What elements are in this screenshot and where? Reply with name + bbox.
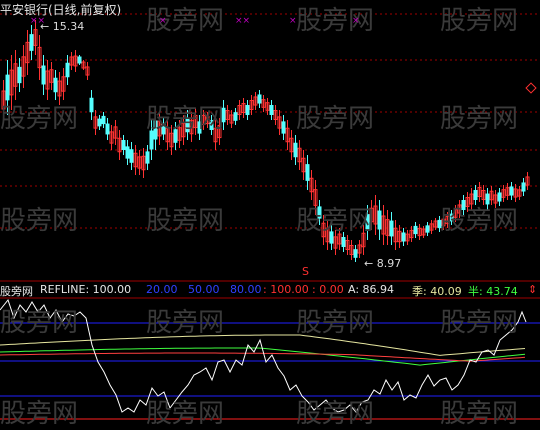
candle-body	[293, 142, 298, 158]
candle-body	[305, 164, 310, 181]
sell-signal-mark: S	[302, 265, 309, 278]
chart-title: 平安银行(日线,前复权)	[0, 3, 122, 17]
candle-body	[425, 225, 430, 233]
level-80: 80.00	[230, 283, 262, 296]
top-marker: ××	[235, 16, 251, 26]
candle-body	[401, 232, 406, 242]
candle-body	[161, 123, 166, 135]
refline-label: REFLINE: 100.00	[40, 283, 132, 296]
candle-body	[341, 237, 346, 247]
candle-body	[521, 182, 526, 192]
toggle-arrow-icon[interactable]: ⇕	[528, 283, 537, 296]
candle-body	[473, 190, 478, 200]
candle-body	[101, 115, 106, 125]
candle-body	[377, 210, 382, 230]
candle-body	[497, 192, 502, 202]
level-100: : 100.00	[263, 283, 309, 296]
candle-body	[77, 56, 82, 64]
top-marker: ×	[289, 16, 297, 26]
high-price-label: ← 15.34	[40, 20, 85, 33]
candle-body	[257, 94, 262, 104]
candle-body	[437, 219, 442, 229]
candle-body	[41, 65, 46, 85]
indicator-name[interactable]: 股旁网	[0, 283, 33, 299]
candle-body	[485, 193, 490, 205]
a-value: A: 86.94	[348, 283, 395, 296]
candle-body	[173, 129, 178, 143]
candle-body	[281, 121, 286, 134]
candle-body	[245, 105, 250, 115]
candle-body	[149, 130, 154, 150]
candle-body	[413, 225, 418, 235]
candle-body	[233, 112, 238, 121]
candle-body	[317, 206, 322, 219]
candle-body	[365, 214, 370, 231]
candle-body	[105, 123, 110, 135]
candle-body	[197, 121, 202, 134]
top-marker: ×	[352, 16, 360, 26]
candle-body	[145, 151, 150, 164]
candle-body	[449, 213, 454, 222]
candle-body	[129, 149, 134, 163]
candle-body	[461, 200, 466, 210]
ban-value: 半: 43.74	[468, 285, 518, 298]
candle-body	[121, 140, 126, 150]
ji-value: 季: 40.09	[412, 285, 462, 298]
chart-stage[interactable]: 股旁网 股旁网 股旁网 股旁网 股旁网 股旁网 股旁网 股旁网 股旁网 股旁网 …	[0, 0, 540, 429]
level-0: : 0.00	[312, 283, 344, 296]
candle-body	[389, 220, 394, 237]
candle-body	[29, 34, 34, 51]
low-price-label: ← 8.97	[364, 257, 402, 270]
candle-body	[509, 186, 514, 196]
level-50: 50.00	[188, 283, 220, 296]
top-marker: ×	[159, 16, 167, 26]
candle-body	[353, 249, 358, 258]
candle-body	[17, 66, 22, 84]
candle-body	[329, 231, 334, 244]
a-line	[0, 298, 527, 413]
candle-body	[221, 107, 226, 123]
level-20: 20.00	[146, 283, 178, 296]
candle-body	[89, 97, 94, 113]
candle-body	[269, 105, 274, 115]
candle-body	[65, 62, 70, 78]
candle-body	[5, 74, 10, 101]
candle-body	[53, 77, 58, 93]
indicator-header: 股旁网 REFLINE: 100.00 20.00 50.00 80.00 : …	[0, 283, 540, 298]
candle-body	[185, 117, 190, 133]
candle-body	[209, 120, 214, 130]
ji-line	[0, 334, 526, 356]
candle-body	[153, 120, 158, 140]
stock-chart[interactable]	[0, 0, 540, 422]
red-line	[0, 352, 526, 362]
candle-body	[97, 118, 102, 127]
candle-body	[125, 146, 130, 159]
